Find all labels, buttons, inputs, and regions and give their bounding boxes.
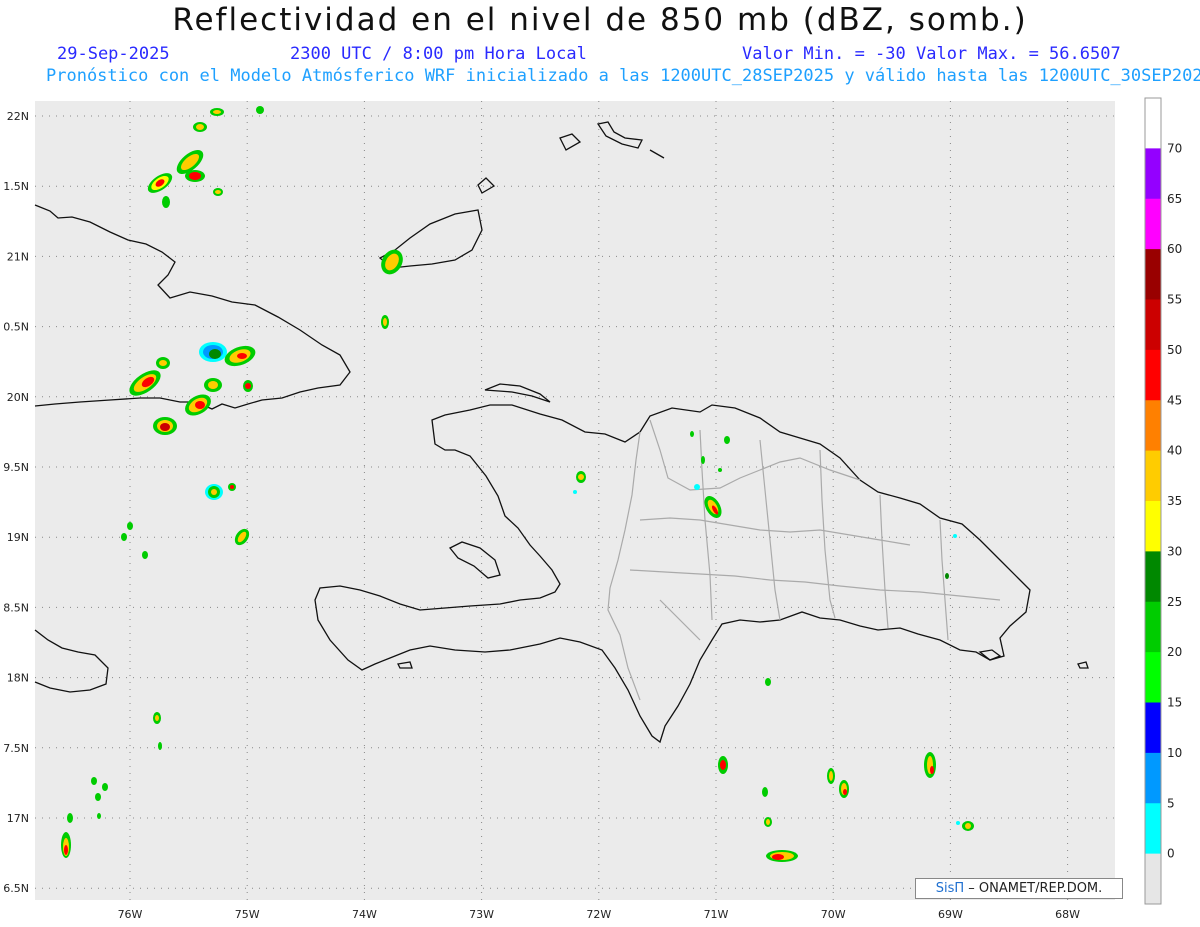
- lat-label: 18N: [7, 672, 29, 685]
- colorbar-tick-label: 55: [1167, 293, 1182, 307]
- colorbar-segment: [1145, 198, 1161, 250]
- colorbar-segment: [1145, 501, 1161, 552]
- colorbar-tick-label: 65: [1167, 192, 1182, 206]
- colorbar-segment: [1145, 98, 1161, 149]
- lat-label: 6.5N: [3, 882, 29, 895]
- lon-label: 76W: [118, 908, 143, 921]
- colorbar-tick-label: 30: [1167, 544, 1182, 558]
- colorbar-tick-label: 20: [1167, 645, 1182, 659]
- lat-label: 20N: [7, 391, 29, 404]
- colorbar-segment: [1145, 803, 1161, 855]
- colorbar-tick-label: 5: [1167, 796, 1175, 810]
- colorbar-tick-label: 35: [1167, 494, 1182, 508]
- colorbar-tick-label: 50: [1167, 343, 1182, 357]
- credit-text: – ONAMET/REP.DOM.: [968, 881, 1103, 896]
- colorbar-tick-label: 40: [1167, 444, 1182, 458]
- lat-label: 8.5N: [3, 601, 29, 614]
- colorbar-segment: [1145, 299, 1161, 351]
- lon-label: 71W: [704, 908, 729, 921]
- sis-logo: SisΠ: [935, 881, 965, 896]
- lat-label: 21N: [7, 250, 29, 263]
- lon-label: 69W: [938, 908, 963, 921]
- colorbar-segment: [1145, 450, 1161, 502]
- lat-label: 9.5N: [3, 461, 29, 474]
- colorbar-segment: [1145, 752, 1161, 804]
- lon-label: 75W: [235, 908, 260, 921]
- lat-label: 19N: [7, 531, 29, 544]
- colorbar-tick-label: 15: [1167, 696, 1182, 710]
- lon-label: 72W: [586, 908, 611, 921]
- lon-label: 73W: [469, 908, 494, 921]
- colorbar-segment: [1145, 551, 1161, 603]
- colorbar-tick-label: 70: [1167, 141, 1182, 155]
- reflectivity-map: 76W 75W 74W 73W 72W 71W 70W 69W 68W 22N 1.5N 21N 0.5…: [3, 97, 1182, 921]
- colorbar: 7065605550454035302520151050: [1144, 97, 1182, 905]
- lat-label: 1.5N: [3, 180, 29, 193]
- colorbar-segment: [1145, 853, 1161, 905]
- colorbar-segment: [1145, 349, 1161, 401]
- lat-label: 17N: [7, 812, 29, 825]
- lon-label: 70W: [821, 908, 846, 921]
- lon-label: 74W: [352, 908, 377, 921]
- colorbar-tick-label: 60: [1167, 242, 1182, 256]
- colorbar-tick-label: 0: [1167, 847, 1175, 861]
- lat-label: 22N: [7, 110, 29, 123]
- colorbar-segment: [1145, 702, 1161, 754]
- colorbar-segment: [1145, 249, 1161, 300]
- lon-label: 68W: [1055, 908, 1080, 921]
- colorbar-segment: [1145, 148, 1161, 200]
- credit-box: SisΠ – ONAMET/REP.DOM.: [915, 878, 1123, 899]
- colorbar-tick-label: 45: [1167, 393, 1182, 407]
- lat-label: 7.5N: [3, 742, 29, 755]
- colorbar-segment: [1145, 601, 1161, 653]
- colorbar-segment: [1145, 400, 1161, 452]
- colorbar-segment: [1145, 652, 1161, 703]
- map-area: [35, 101, 1115, 900]
- lat-label: 0.5N: [3, 321, 29, 334]
- colorbar-tick-label: 25: [1167, 595, 1182, 609]
- colorbar-tick-label: 10: [1167, 746, 1182, 760]
